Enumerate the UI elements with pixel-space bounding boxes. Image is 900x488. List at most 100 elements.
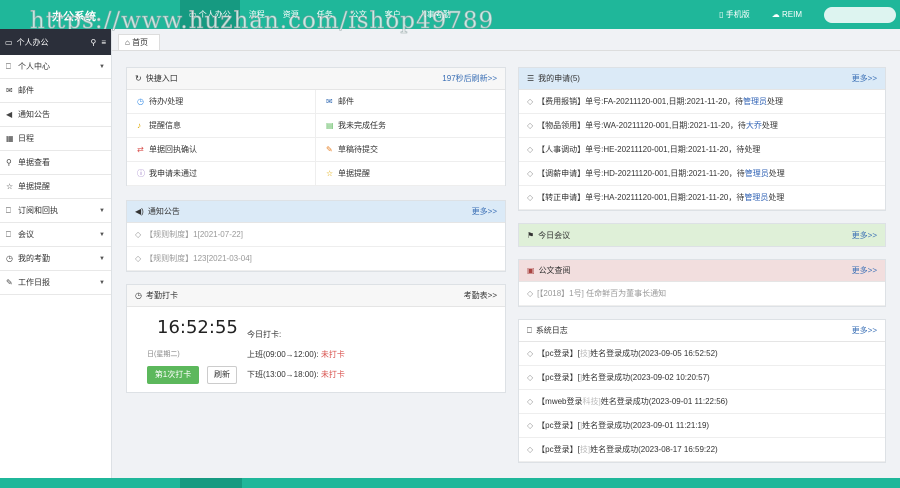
bullet-icon: ◇ <box>527 97 534 106</box>
application-item[interactable]: ◇ 【调薪申请】 单号:HD-20211120-001,日期:2021-11-20，… <box>519 162 885 186</box>
syslog-company: 科技] <box>582 397 601 406</box>
sidebar-item-label: 单据查看 <box>18 158 50 167</box>
sidebar-item[interactable]: ⚲ 单据查看 <box>0 151 111 175</box>
edit-icon: ✎ <box>6 278 13 287</box>
quick-entry-item[interactable]: ☆ 单据提醒 <box>316 162 505 186</box>
sidebar-item[interactable]: ⎕ 订阅和回执 ▼ <box>0 199 111 223</box>
today-label: 今日打卡: <box>247 330 282 339</box>
breadcrumb[interactable]: ⌂ 首页 <box>118 34 160 50</box>
top-nav-item[interactable]: 客户 <box>376 0 410 29</box>
clock-info: 今日打卡: 上班(09:00→12:00): 未打卡 下班(13:00→18:0… <box>247 325 345 385</box>
auto-refresh-link[interactable]: 197秒后刷新>> <box>442 73 497 84</box>
quick-entry-grid: ◷ 待办/处理 ✉ 邮件 ♪ 提醒信息 ▤ 我未完成任务 ⇄ 单据回执确认 ✎ 草稿待提交 ⓘ 我申请未通… <box>127 90 505 186</box>
applications-list: ◇ 【费用报销】 单号:FA-20211120-001,日期:2021-11-20，… <box>519 90 885 210</box>
applications-more-link[interactable]: 更多>> <box>852 73 877 84</box>
notice-item[interactable]: ◇ 【规则制度】 1[2021-07-22] <box>127 223 505 247</box>
sidebar-item[interactable]: ▦ 日程 <box>0 127 111 151</box>
meeting-more-link[interactable]: 更多>> <box>852 230 877 241</box>
bottom-bar-active <box>180 478 242 488</box>
syslog-item[interactable]: ◇ 【pc登录】[ ] 姓名登录成功(2023-09-02 10:20:57) <box>519 366 885 390</box>
syslog-text: 姓名登录成功(2023-08-17 16:59:22) <box>590 445 718 454</box>
attendance-title: 考勤打卡 <box>145 291 178 300</box>
pm-status: 未打卡 <box>320 370 345 379</box>
star-icon: ☆ <box>326 169 334 178</box>
attendance-panel: ◷ 考勤打卡 考勤表>> 16:52:55 日(星期二) 第1次打卡 刷新 今日… <box>126 284 506 393</box>
quick-entry-item[interactable]: ♪ 提醒信息 <box>127 114 316 138</box>
top-bar: 办公系统 ▭ 个人办公 流程 资源 任务 公文 客户 人事考勤 ▯ 手机版 ☁ REIM <box>0 0 900 29</box>
reim-link[interactable]: ☁ REIM <box>772 10 802 19</box>
syslog-item[interactable]: ◇ 【mweb登录 科技] 姓名登录成功(2023-09-01 11:22:56) <box>519 390 885 414</box>
top-nav-item[interactable]: 资源 <box>274 0 308 29</box>
top-nav-item[interactable]: ▭ 个人办公 <box>180 0 240 29</box>
quick-entry-item[interactable]: ⇄ 单据回执确认 <box>127 138 316 162</box>
application-item[interactable]: ◇ 【物品领用】 单号:WA-20211120-001,日期:2021-11-20，… <box>519 114 885 138</box>
quick-entry-item[interactable]: ⓘ 我申请未通过 <box>127 162 316 186</box>
applications-header: ☰ 我的申请(5) 更多>> <box>519 68 885 90</box>
application-tail: 处理 <box>761 121 778 130</box>
notice-item[interactable]: ◇ 【规则制度】 123[2021-03-04] <box>127 247 505 271</box>
quick-entry-title: 快捷入口 <box>145 74 178 83</box>
application-item[interactable]: ◇ 【人事调动】 单号:HE-20211120-001,日期:2021-11-20，… <box>519 138 885 162</box>
clock-in-button[interactable]: 第1次打卡 <box>147 366 199 384</box>
application-item[interactable]: ◇ 【费用报销】 单号:FA-20211120-001,日期:2021-11-20，… <box>519 90 885 114</box>
syslog-item[interactable]: ◇ 【pc登录】[ ] 姓名登录成功(2023-09-01 11:21:19) <box>519 414 885 438</box>
notice-list: ◇ 【规则制度】 1[2021-07-22] ◇ 【规则制度】 123[2021-03-0… <box>127 223 505 271</box>
sidebar-item[interactable]: ◀ 通知公告 <box>0 103 111 127</box>
application-item[interactable]: ◇ 【转正申请】 单号:HA-20211120-001,日期:2021-11-20，… <box>519 186 885 210</box>
volume-icon: ◀) <box>135 207 144 216</box>
syslog-text: 姓名登录成功(2023-09-02 10:20:57) <box>582 373 710 382</box>
quick-entry-label: 草稿待提交 <box>338 145 378 154</box>
monitor-icon: ▭ <box>189 10 199 19</box>
notice-text: 123[2021-03-04] <box>193 254 252 263</box>
exchange-icon: ⇄ <box>137 145 144 154</box>
user-avatar[interactable] <box>824 6 896 23</box>
application-text: 单号:HA-20211120-001,日期:2021-11-20，待 <box>585 193 745 202</box>
sidebar-item[interactable]: ✎ 工作日报 ▼ <box>0 271 111 295</box>
syslog-title: 系统日志 <box>535 326 568 335</box>
bullet-icon: ◇ <box>527 289 534 298</box>
bullet-icon: ◇ <box>527 397 534 406</box>
quick-entry-item[interactable]: ✎ 草稿待提交 <box>316 138 505 162</box>
search-icon[interactable]: ⚲ <box>90 38 96 47</box>
flag-icon: ⚑ <box>527 230 535 240</box>
sidebar-item[interactable]: ⎕ 个人中心 ▼ <box>0 55 111 79</box>
applications-title: 我的申请(5) <box>538 74 580 83</box>
notice-more-link[interactable]: 更多>> <box>472 206 497 217</box>
refresh-button[interactable]: 刷新 <box>207 366 237 384</box>
bullet-icon: ◇ <box>527 193 534 202</box>
quick-entry-item[interactable]: ▤ 我未完成任务 <box>316 114 505 138</box>
sidebar-item[interactable]: ⎕ 会议 ▼ <box>0 223 111 247</box>
am-label: 上班(09:00→12:00): <box>247 350 319 359</box>
syslog-text: 姓名登录成功(2023-09-01 11:21:19) <box>582 421 710 430</box>
meeting-panel: ⚑ 今日会议 更多>> <box>518 223 886 247</box>
syslog-more-link[interactable]: 更多>> <box>852 325 877 336</box>
quick-entry-item[interactable]: ◷ 待办/处理 <box>127 90 316 114</box>
top-nav-item[interactable]: 流程 <box>240 0 274 29</box>
menu-icon[interactable]: ≡ <box>101 38 106 47</box>
quick-entry-label: 单据回执确认 <box>149 145 197 154</box>
document-more-link[interactable]: 更多>> <box>852 265 877 276</box>
bell-icon: ♪ <box>137 121 141 130</box>
quick-entry-item[interactable]: ✉ 邮件 <box>316 90 505 114</box>
top-nav-item[interactable]: 公文 <box>342 0 376 29</box>
top-right: ▯ 手机版 ☁ REIM <box>719 0 900 29</box>
mobile-link[interactable]: ▯ 手机版 <box>719 9 750 20</box>
sidebar: ▭ 个人办公 ⚲ ≡ ⎕ 个人中心 ▼ ✉ 邮件 ◀ 通知公告 ▦ 日程 ⚲ 单据查看 ☆ 单据提醒 ⎕ 订… <box>0 29 112 478</box>
sidebar-item[interactable]: ☆ 单据提醒 <box>0 175 111 199</box>
am-status: 未打卡 <box>320 350 345 359</box>
syslog-tag: 【mweb登录 <box>537 397 583 406</box>
briefcase-icon: ▣ <box>527 266 535 275</box>
syslog-item[interactable]: ◇ 【pc登录】[ 技] 姓名登录成功(2023-09-05 16:52:52) <box>519 342 885 366</box>
attendance-sheet-link[interactable]: 考勤表>> <box>464 290 497 301</box>
top-nav-item[interactable]: 任务 <box>308 0 342 29</box>
sidebar-item[interactable]: ✉ 邮件 <box>0 79 111 103</box>
top-nav-item[interactable]: 人事考勤 <box>410 0 460 29</box>
document-item[interactable]: ◇ [【2018】1号] 任命鲜百为董事长通知 <box>519 282 885 306</box>
syslog-item[interactable]: ◇ 【pc登录】[技] 姓名登录成功(2023-08-17 16:59:22) <box>519 438 885 462</box>
reim-label: REIM <box>782 10 802 19</box>
notice-text: 1[2021-07-22] <box>193 230 243 239</box>
sidebar-item[interactable]: ◷ 我的考勤 ▼ <box>0 247 111 271</box>
top-nav-label: 人事考勤 <box>418 10 451 19</box>
meeting-header: ⚑ 今日会议 更多>> <box>519 224 885 246</box>
syslog-tag: 【pc登录】 <box>537 349 578 358</box>
